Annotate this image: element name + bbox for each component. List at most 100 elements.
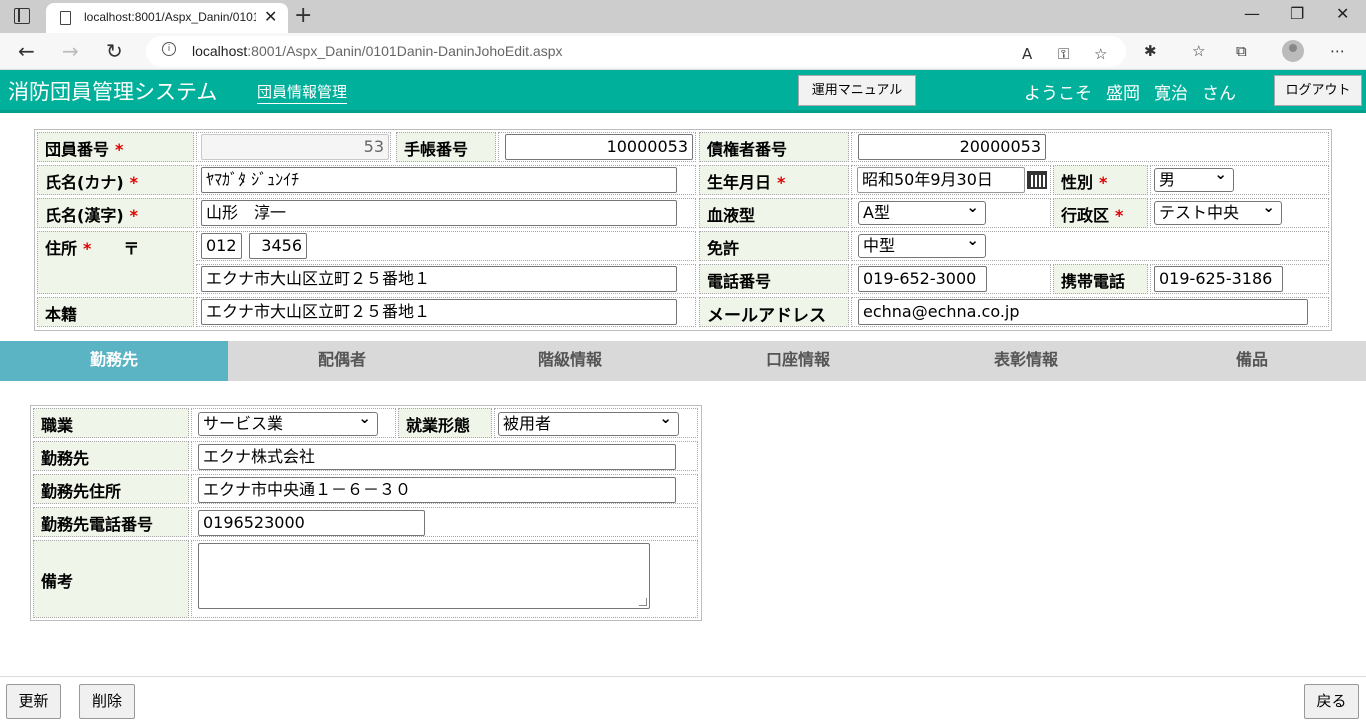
refresh-icon[interactable]: ↻ bbox=[106, 39, 123, 63]
tab-workplace[interactable]: 勤務先 bbox=[0, 341, 228, 381]
footer-divider bbox=[0, 676, 1366, 677]
close-tab-icon[interactable]: ✕ bbox=[264, 7, 277, 26]
email-input[interactable]: echna@echna.co.jp bbox=[858, 299, 1308, 325]
birth-label-text: 生年月日 bbox=[707, 173, 772, 192]
work-phone-input[interactable]: 0196523000 bbox=[198, 510, 425, 536]
occupation-select[interactable]: サービス業 bbox=[198, 408, 378, 436]
license-label: 免許 bbox=[699, 231, 849, 261]
work-address-label: 勤務先住所 bbox=[33, 474, 189, 504]
read-aloud-icon[interactable]: A bbox=[1022, 45, 1032, 63]
creditor-no-label: 債権者番号 bbox=[699, 132, 849, 162]
workplace-label: 勤務先 bbox=[33, 441, 189, 471]
tab-awards[interactable]: 表彰情報 bbox=[912, 341, 1140, 381]
tab-title: localhost:8001/Aspx_Danin/0101 bbox=[84, 10, 256, 24]
collections-icon[interactable]: ⧉ bbox=[1236, 42, 1247, 60]
more-icon[interactable]: ⋯ bbox=[1330, 42, 1345, 60]
blood-label: 血液型 bbox=[699, 198, 849, 228]
update-button[interactable]: 更新 bbox=[6, 684, 61, 719]
header-divider bbox=[0, 110, 1366, 113]
welcome-text: ようこそ 盛岡 寛治 さん bbox=[1024, 79, 1250, 104]
domicile-label: 本籍 bbox=[37, 297, 194, 327]
postal-code-1-input[interactable]: 012 bbox=[201, 233, 242, 259]
url-host: localhost bbox=[192, 43, 248, 59]
user-given-name: 寛治 bbox=[1154, 84, 1188, 104]
postal-mark: 〒 bbox=[123, 239, 140, 258]
url-field[interactable]: i localhost:8001/Aspx_Danin/0101Danin-Da… bbox=[146, 36, 1126, 67]
remarks-textarea[interactable] bbox=[198, 543, 650, 609]
required-mark: * bbox=[1115, 206, 1124, 225]
app-header: 消防団員管理システム 団員情報管理 運用マニュアル ようこそ 盛岡 寛治 さん ログア… bbox=[0, 70, 1366, 110]
name-kana-label: 氏名(カナ) * bbox=[37, 165, 194, 195]
member-no-label-text: 団員番号 bbox=[45, 140, 110, 159]
district-select[interactable]: テスト中央 bbox=[1154, 197, 1282, 225]
required-mark: * bbox=[129, 206, 139, 225]
back-button[interactable]: 戻る bbox=[1304, 684, 1359, 719]
favorites-icon[interactable]: ☆ bbox=[1192, 42, 1205, 60]
url-path: :8001/Aspx_Danin/0101Danin-DaninJohoEdit… bbox=[247, 43, 563, 59]
tab-equipment[interactable]: 備品 bbox=[1138, 341, 1366, 381]
required-mark: * bbox=[115, 140, 124, 159]
phone-input[interactable]: 019-652-3000 bbox=[858, 266, 987, 292]
name-kanji-label: 氏名(漢字) * bbox=[37, 198, 194, 228]
maximize-icon[interactable]: ❐ bbox=[1290, 4, 1304, 23]
manual-button[interactable]: 運用マニュアル bbox=[798, 75, 916, 106]
tab-spouse[interactable]: 配偶者 bbox=[228, 341, 456, 381]
address-input[interactable]: エクナ市大山区立町２５番地１ bbox=[201, 266, 677, 292]
site-info-icon[interactable]: i bbox=[162, 42, 176, 56]
domicile-input[interactable]: エクナ市大山区立町２５番地１ bbox=[201, 299, 677, 325]
required-mark: * bbox=[1099, 173, 1108, 192]
minimize-icon[interactable]: — bbox=[1244, 4, 1260, 23]
logout-button[interactable]: ログアウト bbox=[1274, 75, 1362, 106]
browser-tab[interactable]: localhost:8001/Aspx_Danin/0101 ✕ bbox=[46, 3, 288, 33]
address-bar: ← → ↻ i localhost:8001/Aspx_Danin/0101Da… bbox=[0, 33, 1366, 70]
district-label-text: 行政区 bbox=[1061, 206, 1110, 225]
tab-actions-icon[interactable] bbox=[14, 8, 30, 24]
mobile-input[interactable]: 019-625-3186 bbox=[1154, 266, 1283, 292]
gender-label: 性別 * bbox=[1053, 165, 1148, 195]
name-kana-label-text: 氏名(カナ) bbox=[45, 173, 124, 192]
user-surname: 盛岡 bbox=[1106, 84, 1140, 104]
page-icon bbox=[60, 11, 71, 25]
employment-select[interactable]: 被用者 bbox=[498, 408, 679, 436]
required-mark: * bbox=[83, 239, 92, 258]
blood-select[interactable]: A型 bbox=[858, 197, 986, 225]
phone-label: 電話番号 bbox=[699, 264, 849, 294]
required-mark: * bbox=[129, 173, 139, 192]
back-icon[interactable]: ← bbox=[18, 39, 35, 63]
extensions-icon[interactable]: ✱ bbox=[1144, 42, 1157, 60]
add-favorite-icon[interactable]: ☆ bbox=[1094, 45, 1107, 63]
tab-rank[interactable]: 階級情報 bbox=[456, 341, 684, 381]
gender-label-text: 性別 bbox=[1061, 173, 1094, 192]
site-permissions-icon[interactable]: ⚿ bbox=[1058, 45, 1069, 63]
nav-member-management[interactable]: 団員情報管理 bbox=[257, 81, 348, 104]
tab-account[interactable]: 口座情報 bbox=[684, 341, 912, 381]
notebook-no-input[interactable]: 10000053 bbox=[505, 134, 693, 160]
welcome-label: ようこそ bbox=[1024, 84, 1092, 104]
browser-tab-bar: localhost:8001/Aspx_Danin/0101 ✕ + — ❐ ✕ bbox=[0, 0, 1366, 33]
gender-select[interactable]: 男 bbox=[1154, 164, 1234, 192]
app-title: 消防団員管理システム bbox=[8, 80, 218, 104]
district-label: 行政区 * bbox=[1053, 198, 1148, 228]
address-label-text: 住所 bbox=[45, 239, 78, 258]
address-label: 住所 * 〒 bbox=[37, 231, 194, 294]
license-select[interactable]: 中型 bbox=[858, 230, 986, 258]
new-tab-icon[interactable]: + bbox=[294, 3, 312, 28]
work-address-input[interactable]: エクナ市中央通１－６－３０ bbox=[198, 477, 676, 503]
profile-icon[interactable] bbox=[1282, 40, 1304, 62]
employment-label: 就業形態 bbox=[398, 408, 492, 438]
calendar-icon[interactable] bbox=[1027, 171, 1047, 189]
name-kanji-input[interactable]: 山形 淳一 bbox=[201, 200, 677, 226]
email-label: メールアドレス bbox=[699, 297, 849, 327]
workplace-input[interactable]: エクナ株式会社 bbox=[198, 444, 676, 470]
section-tabs: 勤務先 配偶者 階級情報 口座情報 表彰情報 備品 bbox=[0, 341, 1366, 381]
notebook-no-label: 手帳番号 bbox=[396, 132, 496, 162]
creditor-no-input[interactable]: 20000053 bbox=[858, 134, 1046, 160]
birth-input[interactable]: 昭和50年9月30日 bbox=[857, 167, 1025, 193]
remarks-label: 備考 bbox=[33, 540, 189, 618]
name-kana-input[interactable]: ﾔﾏｶﾞﾀ ｼﾞｭﾝｲﾁ bbox=[201, 167, 677, 193]
close-window-icon[interactable]: ✕ bbox=[1336, 4, 1349, 23]
url-text: localhost:8001/Aspx_Danin/0101Danin-Dani… bbox=[192, 43, 562, 59]
postal-code-2-input[interactable]: 3456 bbox=[249, 233, 307, 259]
delete-button[interactable]: 削除 bbox=[79, 684, 135, 719]
member-no-label: 団員番号 * bbox=[37, 132, 194, 162]
